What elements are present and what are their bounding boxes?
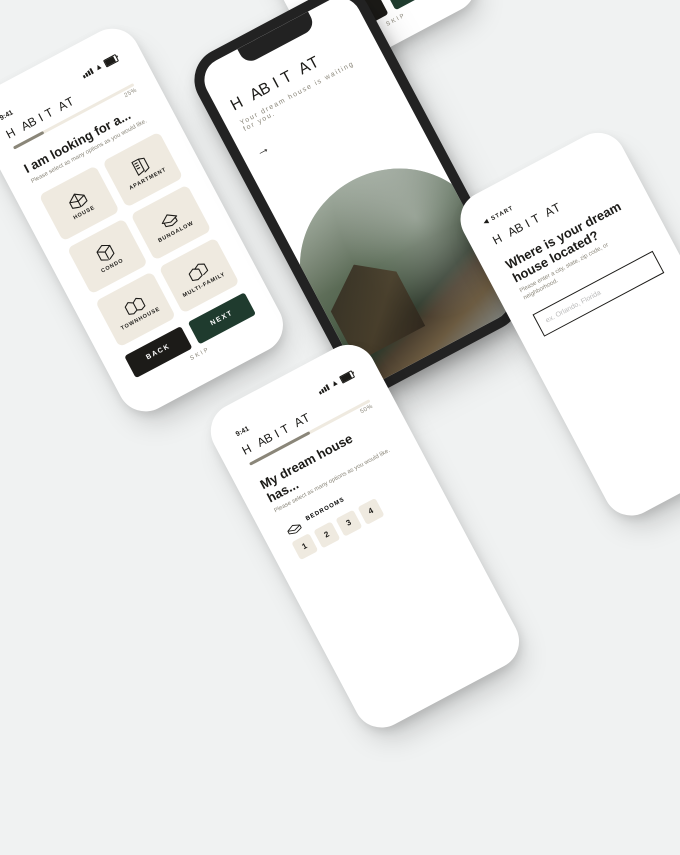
status-time: 9:41 [0,109,14,122]
battery-icon [103,54,119,68]
signal-icon [81,68,94,78]
wifi-icon: ▲ [93,61,104,73]
bedroom-option[interactable]: 2 [313,521,340,548]
wifi-icon: ▲ [329,377,340,389]
chevron-left-icon: ◀ [482,217,490,226]
bedroom-option[interactable]: 1 [291,533,318,560]
battery-icon [339,370,355,384]
bedroom-option[interactable]: 4 [357,498,384,525]
status-time: 9:41 [235,426,251,439]
bedroom-option[interactable]: 3 [335,509,362,536]
signal-icon [317,384,330,394]
bedrooms-icon [282,516,304,537]
